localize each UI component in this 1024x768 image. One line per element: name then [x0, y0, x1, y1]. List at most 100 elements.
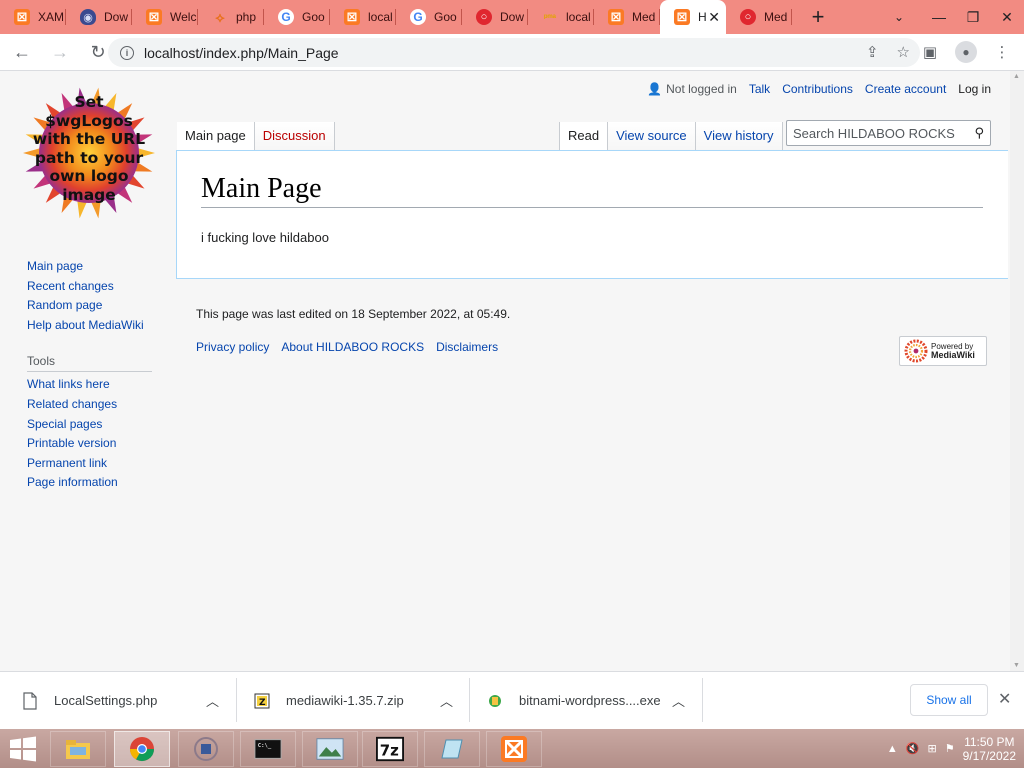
xampp-icon	[344, 9, 360, 25]
search-input[interactable]	[787, 121, 967, 145]
action-center-icon[interactable]: ⚑	[945, 742, 955, 755]
tab-view-history[interactable]: View history	[695, 122, 783, 151]
tab-view-source[interactable]: View source	[608, 122, 696, 151]
taskbar-app-xampp[interactable]	[486, 731, 542, 767]
svg-text:C:\_: C:\_	[258, 743, 272, 749]
minimize-icon[interactable]: —	[922, 0, 956, 34]
sidebar-item-printable-version[interactable]: Printable version	[27, 434, 152, 454]
tab-search-chevron-icon[interactable]: ⌄	[884, 0, 914, 34]
window-controls: — ❐ ✕	[922, 0, 1024, 34]
sidebar-item-special-pages[interactable]: Special pages	[27, 415, 152, 435]
image-viewer-icon	[316, 735, 344, 763]
sidebar-item-recent-changes[interactable]: Recent changes	[27, 277, 152, 297]
sidebar-item-permanent-link[interactable]: Permanent link	[27, 454, 152, 474]
system-tray: ▲ 🔇 ⊞ ⚑ 11:50 PM 9/17/2022	[887, 729, 1016, 768]
menu-kebab-icon[interactable]: ⋮	[988, 38, 1016, 66]
google-icon	[410, 9, 426, 25]
restore-icon[interactable]: ❐	[956, 0, 990, 34]
volume-muted-icon[interactable]: 🔇	[906, 742, 920, 755]
url-text[interactable]: localhost/index.php/Main_Page	[144, 45, 339, 61]
tab-read[interactable]: Read	[559, 122, 609, 152]
browser-tab[interactable]: local	[528, 0, 594, 34]
page-footer: This page was last edited on 18 Septembe…	[196, 307, 996, 354]
browser-toolbar: ← → ↻ i localhost/index.php/Main_Page ⇪ …	[0, 34, 1024, 71]
tab-title: Dow	[104, 10, 129, 24]
browser-tab[interactable]: Med	[594, 0, 660, 34]
browser-tab[interactable]: local	[330, 0, 396, 34]
tray-expand-icon[interactable]: ▲	[887, 743, 898, 755]
browser-tab[interactable]: php	[198, 0, 264, 34]
show-all-downloads-button[interactable]: Show all	[910, 684, 988, 716]
taskbar-app[interactable]	[178, 731, 234, 767]
logo-placeholder-text: Set $wgLogos with the URL path to your o…	[21, 93, 157, 204]
sidebar-item-what-links-here[interactable]: What links here	[27, 375, 152, 395]
windows-start-icon[interactable]	[8, 736, 38, 762]
browser-tab[interactable]: Goo	[264, 0, 330, 34]
footer-links: Privacy policy About HILDABOO ROCKS Disc…	[196, 340, 996, 354]
log-in-link[interactable]: Log in	[958, 82, 991, 96]
contributions-link[interactable]: Contributions	[782, 82, 853, 96]
window-close-icon[interactable]: ✕	[990, 0, 1024, 34]
forward-arrow-icon[interactable]: →	[44, 36, 76, 68]
tab-title: Med	[632, 10, 656, 24]
site-info-icon[interactable]: i	[120, 45, 134, 60]
taskbar-app-chrome[interactable]	[114, 731, 170, 767]
side-panel-icon[interactable]: ▣	[916, 38, 944, 66]
chevron-up-icon[interactable]: ︿	[206, 672, 219, 729]
taskbar-app-command-prompt[interactable]: C:\_	[240, 731, 296, 767]
browser-tab[interactable]: XAM	[0, 0, 66, 34]
search-icon[interactable]: ⚲	[974, 125, 984, 141]
browser-tab[interactable]: Welc	[132, 0, 198, 34]
talk-link[interactable]: Talk	[749, 82, 770, 96]
scroll-up-icon[interactable]: ▲	[1013, 73, 1020, 80]
taskbar-app-notepad[interactable]	[424, 731, 480, 767]
disclaimers-link[interactable]: Disclaimers	[436, 340, 498, 354]
tab-discussion[interactable]: Discussion	[254, 122, 335, 151]
folder-icon	[64, 735, 92, 763]
chevron-up-icon[interactable]: ︿	[440, 672, 453, 729]
scroll-down-icon[interactable]: ▼	[1013, 662, 1020, 669]
taskbar-app-file-explorer[interactable]	[50, 731, 106, 767]
taskbar-app-photos[interactable]	[302, 731, 358, 767]
file-icon	[22, 691, 38, 710]
network-icon[interactable]: ⊞	[928, 742, 937, 755]
about-link[interactable]: About HILDABOO ROCKS	[281, 340, 424, 354]
taskbar-clock[interactable]: 11:50 PM 9/17/2022	[963, 735, 1016, 763]
download-item[interactable]: LocalSettings.php	[22, 672, 157, 729]
mediawiki-flower-icon	[904, 339, 928, 363]
sidebar-item-random-page[interactable]: Random page	[27, 296, 152, 316]
sidebar-item-related-changes[interactable]: Related changes	[27, 395, 152, 415]
download-item[interactable]: Z mediawiki-1.35.7.zip	[254, 672, 404, 729]
address-bar[interactable]: i localhost/index.php/Main_Page ⇪ ☆	[108, 38, 920, 67]
create-account-link[interactable]: Create account	[865, 82, 946, 96]
browser-tab[interactable]: Dow	[462, 0, 528, 34]
privacy-policy-link[interactable]: Privacy policy	[196, 340, 269, 354]
tab-title: local	[566, 10, 591, 24]
page-scrollbar[interactable]: ▲ ▼	[1010, 71, 1024, 671]
browser-tab[interactable]: Med	[726, 0, 792, 34]
powered-by-mediawiki-badge[interactable]: Powered by MediaWiki	[899, 336, 987, 366]
download-filename: LocalSettings.php	[54, 693, 158, 708]
logo-line: with the URL	[32, 130, 146, 148]
back-arrow-icon[interactable]: ←	[6, 36, 38, 68]
download-item[interactable]: bitnami-wordpress....exe	[487, 672, 661, 729]
share-icon[interactable]: ⇪	[866, 43, 879, 61]
browser-tab[interactable]: Dow	[66, 0, 132, 34]
sidebar-item-main-page[interactable]: Main page	[27, 257, 152, 277]
browser-tab[interactable]: Goo	[396, 0, 462, 34]
browser-tab-active[interactable]: H✕	[660, 0, 726, 34]
view-tabs: Read View source View history	[559, 122, 783, 152]
svg-text:7z: 7z	[380, 742, 399, 760]
bookmark-star-icon[interactable]: ☆	[897, 43, 910, 61]
tab-main-page[interactable]: Main page	[177, 122, 255, 152]
user-icon: 👤	[647, 82, 663, 96]
sidebar-item-page-information[interactable]: Page information	[27, 473, 152, 493]
new-tab-button[interactable]: +	[800, 0, 836, 34]
close-tab-icon[interactable]: ✕	[708, 9, 720, 26]
logo-line: image	[62, 185, 116, 204]
profile-button[interactable]: ●	[952, 38, 980, 66]
close-icon[interactable]: ✕	[998, 689, 1011, 709]
sidebar-item-help[interactable]: Help about MediaWiki	[27, 316, 152, 336]
chevron-up-icon[interactable]: ︿	[672, 672, 685, 729]
taskbar-app-7zip[interactable]: 7z	[362, 731, 418, 767]
